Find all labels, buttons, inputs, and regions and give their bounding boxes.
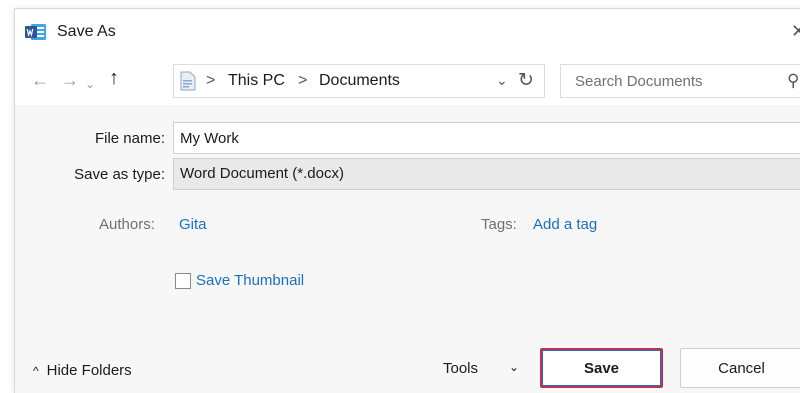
breadcrumb-this-pc[interactable]: This PC	[228, 72, 285, 90]
hide-folders-label: Hide Folders	[46, 362, 132, 379]
tools-menu-button[interactable]: Tools	[443, 360, 478, 377]
word-app-icon	[25, 24, 46, 40]
save-as-dialog: Save As ✕ ← → ⌄ ↑ > This PC > Documents …	[14, 8, 800, 393]
refresh-icon[interactable]: ↻	[518, 69, 534, 92]
back-arrow-icon[interactable]: ←	[31, 69, 49, 91]
tags-label: Tags:	[481, 216, 517, 233]
cancel-button[interactable]: Cancel	[680, 348, 800, 388]
save-thumbnail-label[interactable]: Save Thumbnail	[196, 272, 304, 289]
navigation-bar: ← → ⌄ ↑ > This PC > Documents ⌄ ↻ Search…	[15, 55, 800, 107]
save-thumbnail-checkbox[interactable]	[175, 273, 191, 289]
title-bar: Save As ✕	[15, 9, 800, 55]
address-bar[interactable]: > This PC > Documents ⌄ ↻	[173, 64, 545, 98]
authors-value-link[interactable]: Gita	[179, 216, 207, 233]
forward-arrow-icon[interactable]: →	[61, 69, 79, 91]
authors-label: Authors:	[99, 216, 155, 233]
document-folder-icon	[180, 71, 196, 91]
save-type-label: Save as type:	[74, 166, 165, 183]
file-name-label: File name:	[94, 130, 165, 147]
save-button[interactable]: Save	[540, 348, 663, 388]
breadcrumb-documents[interactable]: Documents	[319, 72, 400, 90]
save-options-panel: File name: Save as type: Word Document (…	[15, 108, 800, 393]
file-name-input[interactable]	[173, 122, 800, 154]
hide-folders-button[interactable]: ^ Hide Folders	[33, 362, 132, 379]
recent-locations-chevron-icon[interactable]: ⌄	[85, 73, 95, 95]
close-icon[interactable]: ✕	[791, 21, 800, 42]
search-input[interactable]: Search Documents ⚲	[560, 64, 800, 98]
address-dropdown-chevron-icon[interactable]: ⌄	[496, 72, 508, 89]
chevron-up-icon: ^	[33, 364, 39, 378]
dialog-title: Save As	[57, 23, 116, 40]
breadcrumb-separator: >	[298, 72, 308, 89]
add-tag-link[interactable]: Add a tag	[533, 216, 597, 233]
search-placeholder: Search Documents	[575, 73, 703, 90]
chevron-down-icon[interactable]: ⌄	[509, 360, 519, 374]
save-type-select[interactable]: Word Document (*.docx)	[173, 158, 800, 190]
up-arrow-icon[interactable]: ↑	[109, 67, 119, 89]
search-icon[interactable]: ⚲	[787, 71, 799, 91]
breadcrumb-separator: >	[206, 72, 216, 89]
